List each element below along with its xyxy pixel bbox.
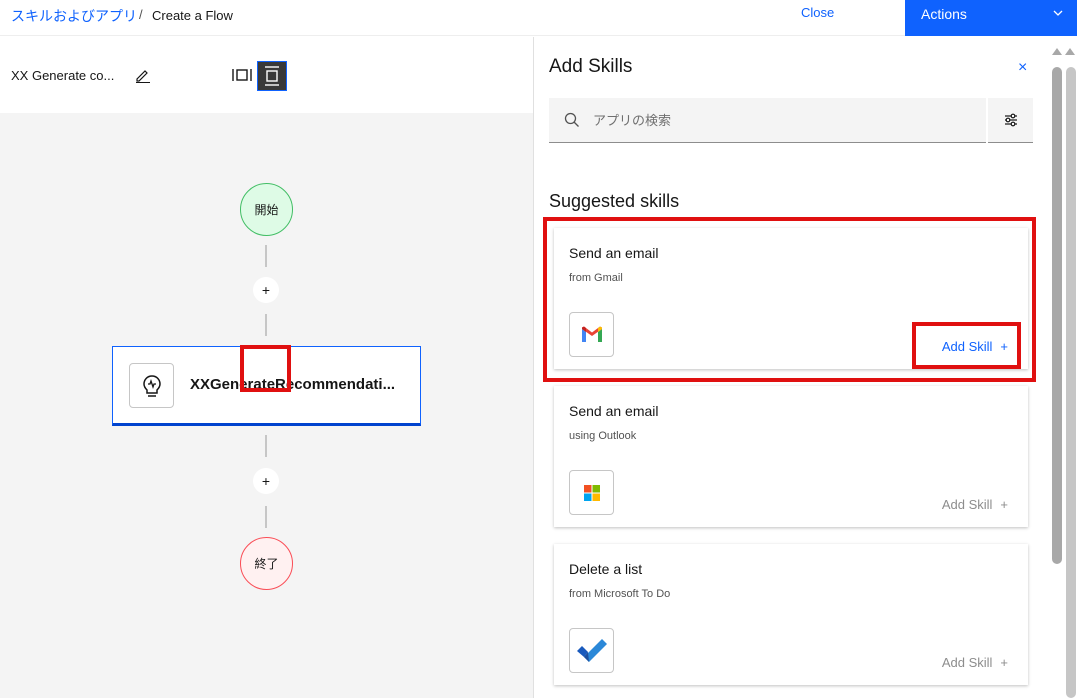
- scrollbar-thumb[interactable]: [1052, 67, 1062, 564]
- add-skill-label: Add Skill: [941, 655, 993, 670]
- actions-label: Actions: [921, 6, 967, 22]
- horizontal-layout-toggle[interactable]: [228, 61, 256, 89]
- search-icon: [564, 112, 579, 127]
- highlight-box: [912, 322, 1021, 369]
- vertical-layout-toggle[interactable]: [257, 61, 287, 91]
- lightbulb-icon: [142, 374, 161, 397]
- search-box: [549, 98, 986, 143]
- horizontal-layout-icon: [232, 69, 252, 81]
- skill-card[interactable]: Send an email using Outlook Add Skill +: [554, 386, 1028, 527]
- connector-line: [265, 245, 267, 267]
- chevron-down-icon: [1053, 10, 1063, 16]
- connector-line: [265, 506, 267, 528]
- add-skill-button[interactable]: Add Skill +: [942, 497, 1008, 512]
- flow-canvas[interactable]: 開始 + XXGenerateRecommendati... + 終了: [0, 113, 533, 698]
- add-skill-label: Add Skill: [941, 497, 993, 512]
- top-bar: スキルおよびアプリ / Create a Flow Close Actions: [0, 0, 1077, 36]
- breadcrumb-current: Create a Flow: [152, 8, 233, 23]
- panel-close-button[interactable]: ×: [1018, 59, 1027, 77]
- start-node[interactable]: 開始: [240, 183, 293, 236]
- filter-button[interactable]: [988, 98, 1033, 143]
- add-step-button[interactable]: +: [253, 277, 279, 303]
- plus-icon: +: [1000, 497, 1008, 512]
- settings-adjust-icon: [1004, 113, 1017, 127]
- suggested-skills-heading: Suggested skills: [549, 191, 680, 211]
- end-node[interactable]: 終了: [240, 537, 293, 590]
- connector-line: [265, 314, 267, 336]
- breadcrumb-root-link[interactable]: スキルおよびアプリ: [11, 6, 137, 26]
- skill-card-subtitle: using Outlook: [569, 430, 637, 442]
- panel-title: Add Skills: [549, 56, 633, 77]
- search-input[interactable]: [593, 98, 973, 142]
- breadcrumb-separator: /: [139, 7, 143, 22]
- skill-card-title: Delete a list: [569, 561, 643, 577]
- highlight-box: [240, 345, 291, 392]
- skill-node-icon-box: [129, 363, 174, 408]
- scrollbar-thumb[interactable]: [1066, 67, 1076, 698]
- close-button[interactable]: Close: [801, 5, 834, 20]
- microsoft-icon: [569, 470, 614, 515]
- microsoft-todo-icon: [569, 628, 614, 673]
- add-skill-button[interactable]: Add Skill +: [942, 655, 1008, 670]
- skill-card[interactable]: Delete a list from Microsoft To Do Add S…: [554, 544, 1028, 685]
- scroll-up-arrow-icon[interactable]: [1065, 47, 1075, 55]
- scroll-up-arrow-icon[interactable]: [1052, 47, 1062, 55]
- flow-name: XX Generate co...: [11, 68, 115, 83]
- plus-icon: +: [1000, 655, 1008, 670]
- skill-node-name: XXGenerateRecommendati...: [190, 376, 396, 393]
- flow-header: XX Generate co...: [0, 37, 533, 113]
- edit-icon[interactable]: [135, 67, 151, 83]
- actions-menu-button[interactable]: Actions: [905, 0, 1077, 36]
- add-step-button[interactable]: +: [253, 468, 279, 494]
- vertical-layout-icon: [265, 66, 279, 86]
- connector-line: [265, 435, 267, 457]
- skill-card-title: Send an email: [569, 403, 659, 419]
- skill-card-subtitle: from Microsoft To Do: [569, 588, 671, 600]
